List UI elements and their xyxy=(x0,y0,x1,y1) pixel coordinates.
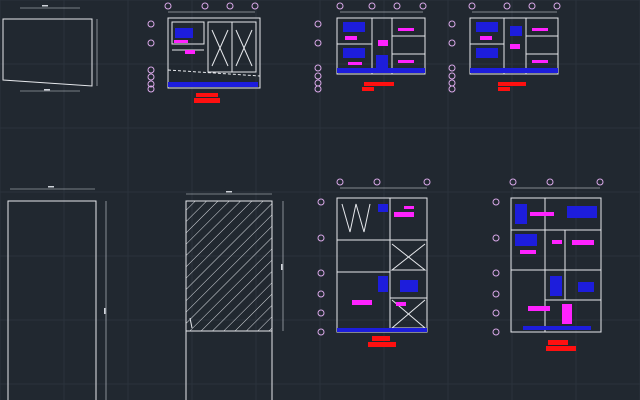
lot-outline-top[interactable] xyxy=(2,5,98,92)
floor-plan-b[interactable] xyxy=(314,2,427,93)
floor-plan-c[interactable] xyxy=(448,2,561,93)
floor-plan-e[interactable] xyxy=(492,178,604,351)
ground-floor-plan-a[interactable] xyxy=(147,2,261,103)
floor-plan-d[interactable] xyxy=(317,178,431,347)
cad-model-space[interactable] xyxy=(0,0,640,400)
hatched-lot-section[interactable] xyxy=(185,191,284,400)
lot-outline-tall[interactable] xyxy=(7,186,107,400)
